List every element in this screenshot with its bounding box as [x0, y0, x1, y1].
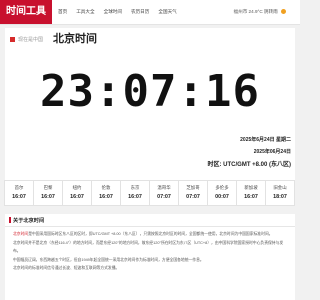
city-item[interactable]: 温哥华 07:07	[149, 180, 179, 206]
city-name: 东京	[130, 185, 140, 190]
city-name: 伦敦	[101, 185, 111, 190]
city-time: 07:07	[186, 194, 200, 200]
site-logo[interactable]: 时间工具	[0, 0, 52, 24]
about-paragraph: 北京时间并不是北京（东经116.4°）的地方时间，而是东经120°的地方时间，故…	[13, 240, 284, 254]
city-item[interactable]: 多伦多 00:07	[207, 180, 237, 206]
digital-clock: 23:07:16	[40, 66, 260, 117]
city-time: 16:07	[12, 194, 26, 200]
about-highlight: 北京时间	[13, 232, 29, 236]
city-item[interactable]: 芝加哥 07:07	[178, 180, 208, 206]
city-name: 多伦多	[215, 185, 229, 190]
about-text: 是中国采用国际时区东八区的区时，即UTC/GMT +8.00（东八区），只需按照…	[28, 232, 273, 236]
nav-item-lunar-calendar[interactable]: 农历日历	[131, 9, 149, 15]
weather-icon	[281, 9, 286, 15]
breadcrumb: 现在是中国	[10, 36, 43, 43]
city-time: 16:07	[99, 194, 113, 200]
city-name: 温哥华	[157, 185, 171, 190]
date-weekday: 2025年6月24日 星期二	[240, 137, 291, 143]
city-time: 16:07	[244, 194, 258, 200]
china-flag-icon	[10, 37, 15, 42]
weather-widget[interactable]: 福州市 24.9°C 阴转雨	[233, 0, 286, 24]
city-time: 07:07	[157, 194, 171, 200]
city-name: 纽约	[72, 185, 82, 190]
section-accent-bar	[9, 217, 11, 223]
top-navigation-bar: 时间工具 首页 工具大全 全球时间 农历日历 全国天气 福州市 24.9°C 阴…	[0, 0, 300, 25]
city-item[interactable]: 旧金山 18:07	[265, 180, 295, 206]
city-name: 首尔	[14, 185, 24, 190]
nav-item-home[interactable]: 首页	[58, 9, 67, 15]
city-name: 芝加哥	[186, 185, 200, 190]
city-item[interactable]: 首尔 16:07	[4, 180, 34, 206]
timezone-label: 时区: UTC/GMT +8.00 (东八区)	[207, 162, 291, 168]
weather-text: 福州市 24.9°C 阴转雨	[233, 9, 278, 14]
about-paragraph: 北京时间是中国采用国际时区东八区的区时，即UTC/GMT +8.00（东八区），…	[13, 230, 289, 239]
about-body: 北京时间是中国采用国际时区东八区的区时，即UTC/GMT +8.00（东八区），…	[13, 230, 289, 273]
city-item[interactable]: 东京 16:07	[120, 180, 150, 206]
city-time: 00:07	[215, 194, 229, 200]
city-name: 巴黎	[43, 185, 53, 190]
about-section: 关于北京时间 北京时间是中国采用国际时区东八区的区时，即UTC/GMT +8.0…	[5, 214, 295, 300]
nav-item-weather[interactable]: 全国天气	[158, 9, 176, 15]
lunar-date: 2025年06月24日	[253, 149, 291, 155]
city-name: 旧金山	[273, 185, 287, 190]
city-item[interactable]: 伦敦 16:07	[91, 180, 121, 206]
city-item[interactable]: 巴黎 16:07	[33, 180, 63, 206]
city-item[interactable]: 纽约 16:07	[62, 180, 92, 206]
clock-card: 现在是中国 北京时间 23:07:16 2025年6月24日 星期二 2025年…	[4, 28, 295, 206]
about-paragraph: 北京时间的标准时间信号通过长波、短波和互联网等方式发播。	[13, 266, 120, 270]
main-nav: 首页 工具大全 全球时间 农历日历 全国天气	[58, 0, 177, 24]
nav-item-world-time[interactable]: 全球时间	[104, 9, 122, 15]
city-time: 16:07	[70, 194, 84, 200]
city-item[interactable]: 新加坡 16:07	[236, 180, 266, 206]
city-time: 16:07	[41, 194, 55, 200]
nav-item-tools[interactable]: 工具大全	[76, 9, 94, 15]
page-title: 北京时间	[53, 33, 97, 45]
world-cities-row: 首尔 16:07 巴黎 16:07 纽约 16:07 伦敦 16:07 东京 16:07 …	[4, 180, 295, 206]
about-header: 关于北京时间	[5, 214, 295, 227]
breadcrumb-prefix: 现在是中国	[18, 37, 44, 43]
about-paragraph: 中国幅员辽阔，东西跨越五个时区，但自1949年起全国统一采用北京时间作为标准时间…	[13, 257, 204, 262]
city-time: 18:07	[273, 194, 287, 200]
about-heading: 关于北京时间	[13, 218, 45, 224]
city-name: 新加坡	[244, 185, 258, 190]
city-time: 16:07	[128, 194, 142, 200]
